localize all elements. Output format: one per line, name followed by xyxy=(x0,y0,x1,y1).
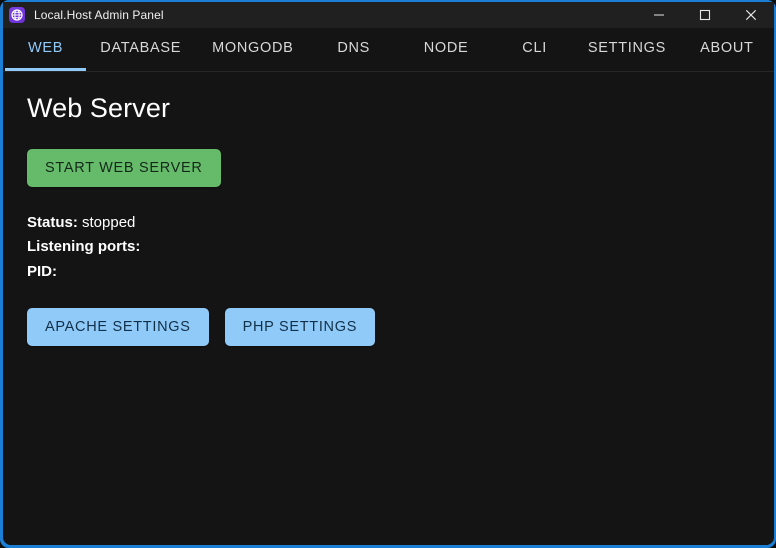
tab-bar: WEB DATABASE MONGODB DNS NODE CLI SETTIN… xyxy=(3,28,774,72)
pid-label: PID: xyxy=(27,262,57,280)
tab-settings[interactable]: SETTINGS xyxy=(574,28,680,71)
status-line-status: Status: stopped xyxy=(27,211,774,236)
tab-cli[interactable]: CLI xyxy=(495,28,574,71)
window-inner: Local.Host Admin Panel WEB DATABASE MONG… xyxy=(3,2,774,545)
titlebar[interactable]: Local.Host Admin Panel xyxy=(3,2,774,28)
status-label: Status: xyxy=(27,213,78,231)
window-controls xyxy=(636,2,774,28)
page-title: Web Server xyxy=(27,93,171,123)
globe-icon xyxy=(9,7,25,23)
web-server-panel: Web Server START WEB SERVER Status: stop… xyxy=(3,72,774,545)
close-icon[interactable] xyxy=(728,2,774,28)
settings-button-row: APACHE SETTINGS PHP SETTINGS xyxy=(27,308,774,347)
php-settings-button[interactable]: PHP SETTINGS xyxy=(224,308,376,347)
tab-web[interactable]: WEB xyxy=(5,28,87,71)
minimize-icon[interactable] xyxy=(636,2,682,28)
window-title: Local.Host Admin Panel xyxy=(34,8,164,22)
listening-ports-label: Listening ports: xyxy=(27,238,141,256)
tab-database[interactable]: DATABASE xyxy=(86,28,195,71)
tab-about[interactable]: ABOUT xyxy=(680,28,774,71)
apache-settings-button[interactable]: APACHE SETTINGS xyxy=(27,308,209,347)
server-status-block: Status: stopped Listening ports: PID: xyxy=(27,211,774,285)
app-window: Local.Host Admin Panel WEB DATABASE MONG… xyxy=(0,0,776,548)
maximize-icon[interactable] xyxy=(682,2,728,28)
status-line-pid: PID: xyxy=(27,260,774,285)
tab-node[interactable]: NODE xyxy=(397,28,495,71)
tab-mongodb[interactable]: MONGODB xyxy=(195,28,310,71)
status-line-ports: Listening ports: xyxy=(27,235,774,260)
tab-dns[interactable]: DNS xyxy=(310,28,397,71)
start-web-server-button[interactable]: START WEB SERVER xyxy=(27,148,221,187)
status-value: stopped xyxy=(77,213,136,231)
